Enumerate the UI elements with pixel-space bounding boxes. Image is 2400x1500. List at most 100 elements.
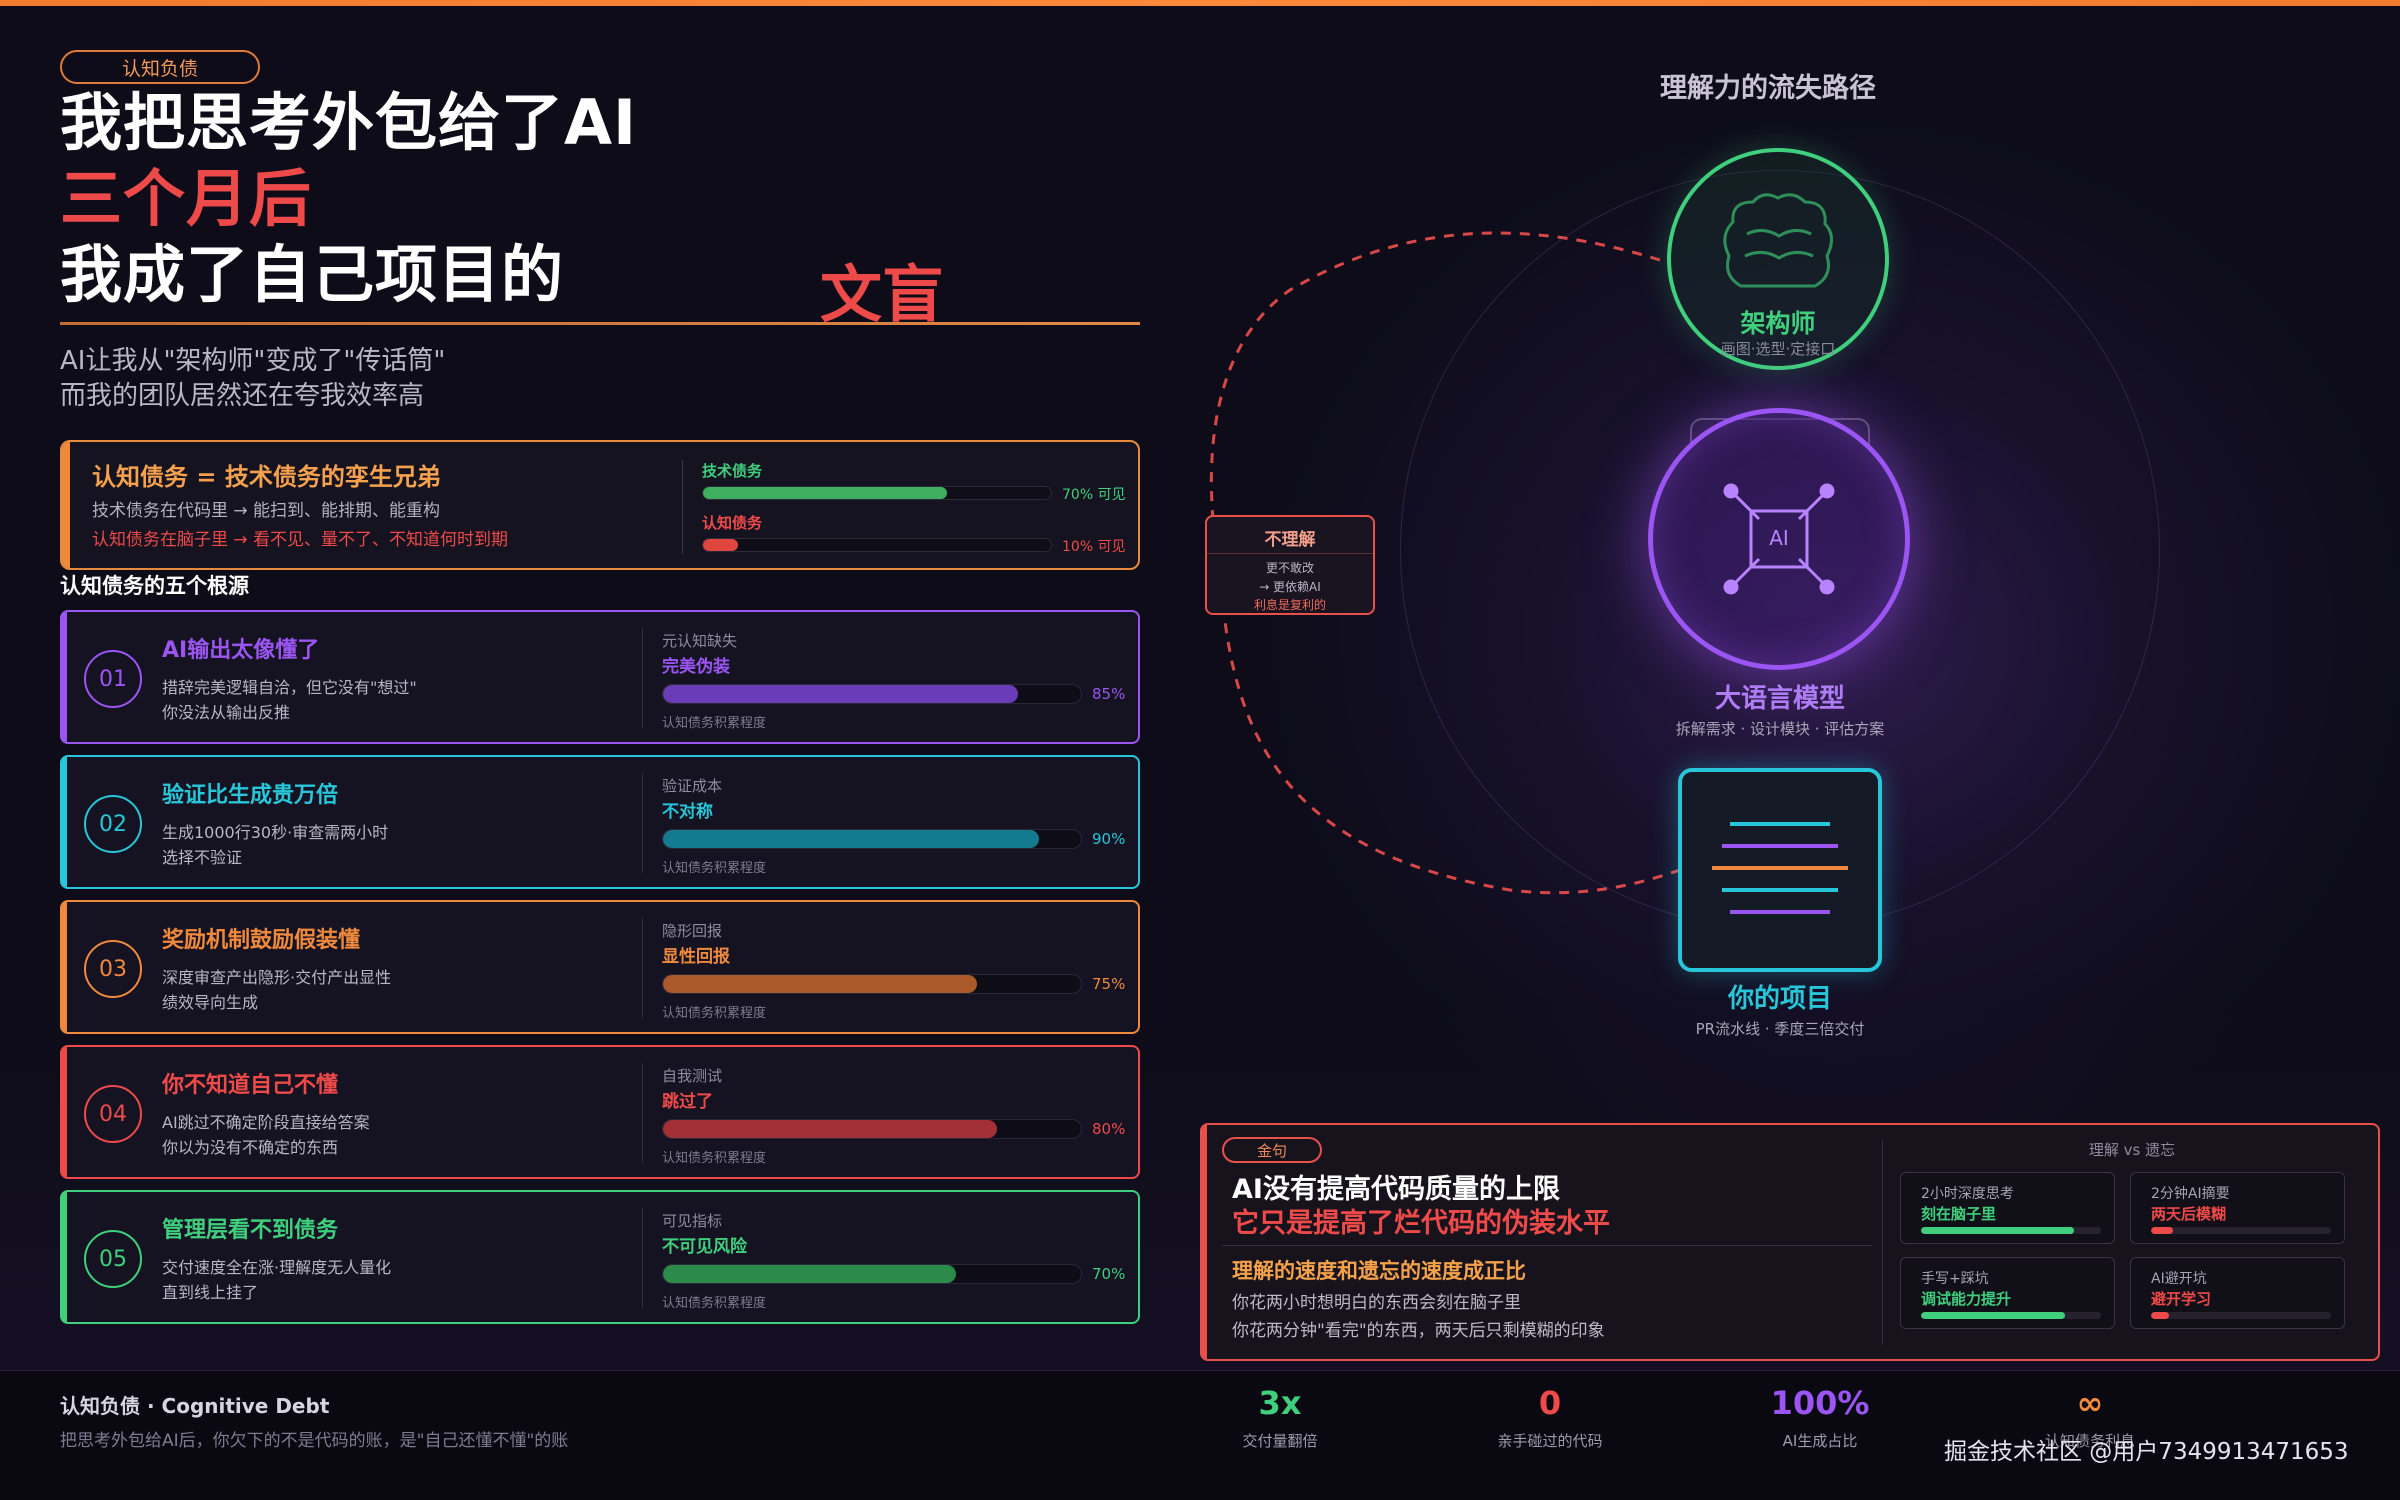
cause-progress-fill — [663, 830, 1040, 848]
stat-value: 3x — [1258, 1384, 1302, 1422]
compare-card-result: 调试能力提升 — [1921, 1290, 2012, 1308]
misunderstand-line-3: 利息是复利的 — [1253, 598, 1326, 612]
card-accent — [62, 1047, 67, 1177]
footer-stat: 100% AI生成占比 — [1710, 1384, 1930, 1451]
cause-progress-fill — [663, 1120, 998, 1138]
cause-footnote: 认知债务积累程度 — [662, 716, 767, 731]
cause-desc-1: 交付速度全在涨·理解度无人量化 — [162, 1258, 392, 1277]
divider — [1207, 553, 1373, 554]
llm-node: AI — [1648, 408, 1910, 670]
cause-metric-value: 不可见风险 — [662, 1237, 747, 1257]
compare-card-result: 两天后模糊 — [2151, 1205, 2227, 1223]
stat-label: 交付量翻倍 — [1242, 1432, 1318, 1450]
subtitle-line-1: AI让我从"架构师"变成了"传话筒" — [60, 346, 446, 376]
compare-card-track — [2151, 1312, 2331, 1319]
stat-value: ∞ — [2076, 1384, 2104, 1422]
compare-card-fill — [2151, 1227, 2173, 1234]
cause-metric-value: 完美伪装 — [662, 657, 730, 677]
cause-desc-1: 深度审查产出隐形·交付产出显性 — [162, 968, 392, 987]
cause-title: 奖励机制鼓励假装懂 — [162, 928, 361, 953]
cause-metric-key: 隐形回报 — [662, 922, 723, 940]
stat-value: 0 — [1538, 1384, 1562, 1422]
card-accent — [62, 612, 67, 742]
ai-chip-label: AI — [1769, 526, 1789, 550]
divider — [642, 773, 643, 873]
cause-card-03: 03 奖励机制鼓励假装懂深度审查产出隐形·交付产出显性 绩效导向生成 隐形回报显性回报… — [60, 900, 1140, 1034]
cause-card-04: 04 你不知道自己不懂 AI跳过不确定阶段直接给答案 你以为没有不确定的东西 自我测试跳… — [60, 1045, 1140, 1179]
cause-number: 02 — [84, 795, 142, 853]
card-accent — [62, 442, 70, 568]
cause-metric-key: 验证成本 — [662, 777, 723, 795]
cause-footnote: 认知债务积累程度 — [662, 1151, 767, 1166]
cause-desc-2: 直到线上挂了 — [162, 1283, 259, 1302]
title-line-1: 我把思考外包给了AI — [60, 86, 638, 159]
topic-tag: 认知负债 — [60, 50, 260, 84]
cause-progress-fill — [663, 1265, 956, 1283]
compare-card-action: AI避开坑 — [2151, 1271, 2207, 1287]
cause-percent: 90% — [1092, 830, 1126, 848]
footer-title: 认知负债 · Cognitive Debt — [60, 1394, 330, 1418]
misunderstand-title: 不理解 — [1264, 530, 1316, 550]
cause-metric-key: 可见指标 — [662, 1212, 723, 1230]
compare-card-fill — [2151, 1312, 2169, 1319]
top-accent-bar — [0, 0, 2400, 6]
cause-metric-value: 显性回报 — [662, 947, 730, 967]
cause-number: 05 — [84, 1230, 142, 1288]
footer-stat: 0 亲手碰过的代码 — [1440, 1384, 1660, 1451]
cause-desc-2: 选择不验证 — [162, 848, 243, 867]
cause-metric-key: 元认知缺失 — [662, 632, 738, 650]
tech-debt-track — [702, 486, 1052, 500]
quote-sub-1: 你花两小时想明白的东西会刻在脑子里 — [1232, 1293, 1521, 1313]
cause-number: 03 — [84, 940, 142, 998]
cause-card-01: 01 AI输出太像懂了 措辞完美逻辑自洽，但它没有"想过" 你没法从输出反推 元认知缺失… — [60, 610, 1140, 744]
cause-percent: 70% — [1092, 1265, 1126, 1283]
cause-progress-track — [662, 1119, 1082, 1139]
footer-stat: 3x 交付量翻倍 — [1170, 1384, 1390, 1451]
watermark: 掘金技术社区 @用户7349913471653 — [1944, 1439, 2349, 1465]
quote-line-2: 它只是提高了烂代码的伪装水平 — [1232, 1208, 1610, 1239]
cause-number: 04 — [84, 1085, 142, 1143]
cause-title: 管理层看不到债务 — [162, 1218, 339, 1243]
quote-sub-title: 理解的速度和遗忘的速度成正比 — [1232, 1259, 1526, 1283]
compare-card: 手写+踩坑 调试能力提升 — [1900, 1257, 2115, 1329]
cause-desc-2: 绩效导向生成 — [162, 993, 259, 1012]
cause-footnote: 认知债务积累程度 — [662, 1296, 767, 1311]
cause-percent: 80% — [1092, 1120, 1126, 1138]
cause-title: AI输出太像懂了 — [162, 638, 320, 663]
stat-value: 100% — [1770, 1384, 1870, 1422]
debt-compare-desc-2: 认知债务在脑子里 → 看不见、量不了、不知道何时到期 — [92, 530, 509, 550]
card-accent — [62, 757, 67, 887]
cause-metric-key: 自我测试 — [662, 1067, 723, 1085]
quote-card: 金句 AI没有提高代码质量的上限 它只是提高了烂代码的伪装水平 理解的速度和遗忘… — [1200, 1123, 2380, 1361]
stat-label: 亲手碰过的代码 — [1497, 1432, 1603, 1450]
title-line-2: 三个月后 — [60, 162, 313, 235]
title-line-3: 我成了自己项目的 — [60, 238, 565, 311]
compare-card-fill — [1921, 1312, 2065, 1319]
cause-number: 01 — [84, 650, 142, 708]
stat-label: AI生成占比 — [1782, 1432, 1858, 1450]
misunderstand-box: 不理解 更不敢改 → 更依赖AI 利息是复利的 — [1205, 515, 1375, 615]
llm-label: 大语言模型 — [1714, 684, 1845, 714]
title-divider — [60, 322, 1140, 325]
cause-card-05: 05 管理层看不到债务交付速度全在涨·理解度无人量化 直到线上挂了 可见指标不可见风险… — [60, 1190, 1140, 1324]
project-sub: PR流水线 · 季度三倍交付 — [1695, 1020, 1865, 1038]
compare-card-track — [1921, 1312, 2101, 1319]
divider — [642, 628, 643, 728]
cognitive-debt-value: 10% 可见 — [1062, 539, 1126, 555]
cause-desc-2: 你没法从输出反推 — [162, 703, 291, 722]
causes-section-title: 认知债务的五个根源 — [60, 574, 249, 598]
project-label: 你的项目 — [1727, 984, 1832, 1014]
divider — [642, 1063, 643, 1163]
tech-debt-label: 技术债务 — [702, 462, 763, 480]
architect-node: 架构师 画图·选型·定接口 — [1667, 148, 1889, 370]
card-accent — [62, 902, 67, 1032]
cognitive-debt-fill — [703, 539, 738, 551]
misunderstand-line-1: 更不敢改 — [1265, 561, 1314, 575]
compare-card-track — [1921, 1227, 2101, 1234]
cognitive-debt-label: 认知债务 — [702, 514, 763, 532]
cause-title: 验证比生成贵万倍 — [162, 783, 339, 808]
compare-card: AI避开坑 避开学习 — [2130, 1257, 2345, 1329]
cause-progress-fill — [663, 975, 977, 993]
divider — [642, 1208, 643, 1308]
compare-card-action: 2分钟AI摘要 — [2151, 1186, 2230, 1202]
